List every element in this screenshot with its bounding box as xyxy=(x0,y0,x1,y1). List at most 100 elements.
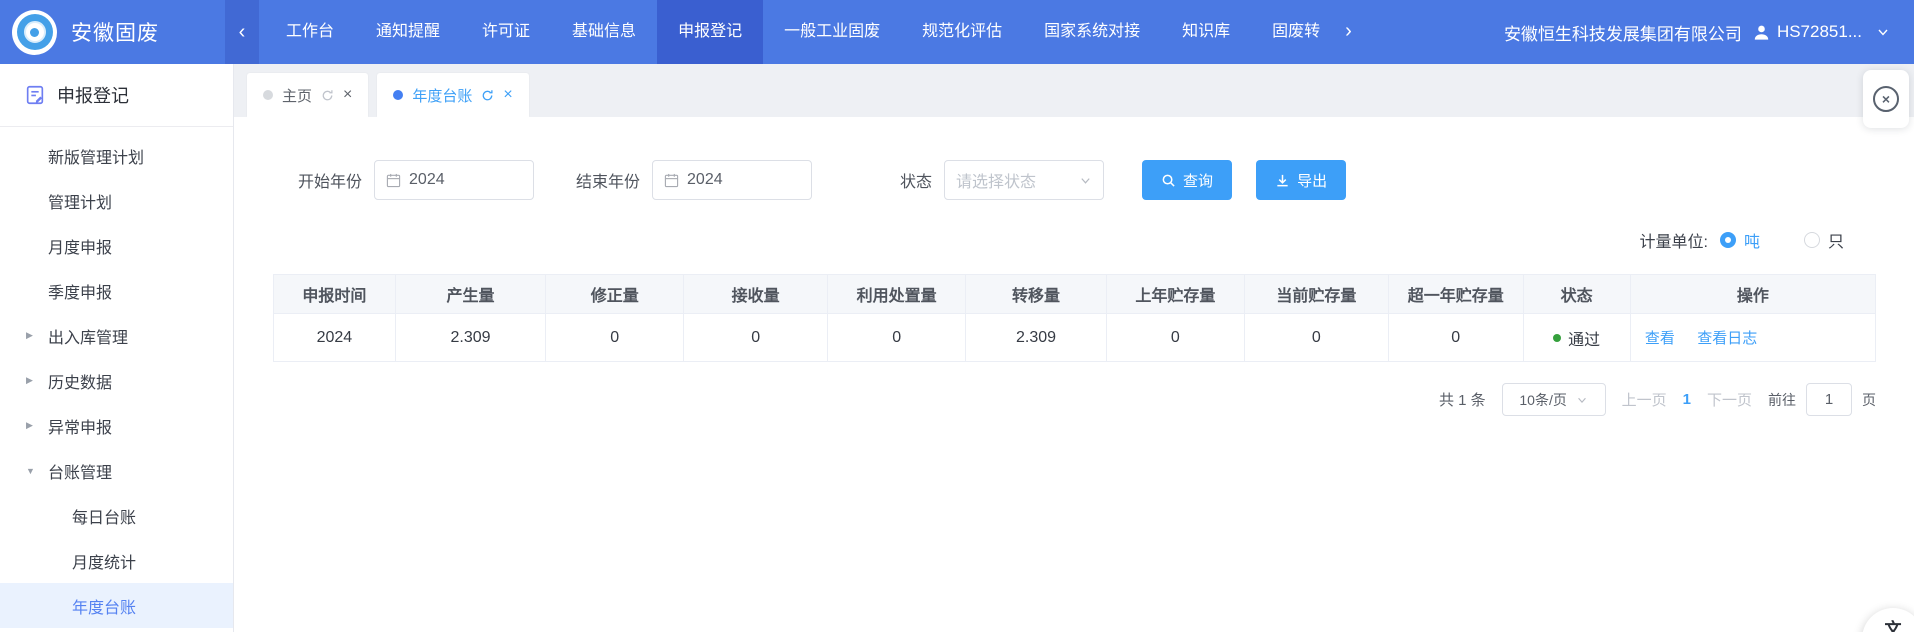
sidebar-item-monthly-stats[interactable]: 月度统计 xyxy=(0,538,233,583)
start-year-value: 2024 xyxy=(409,171,445,189)
next-page-button[interactable]: 下一页 xyxy=(1707,389,1752,410)
top-navbar: 安徽固废 ‹ 工作台 通知提醒 许可证 基础信息 申报登记 一般工业固废 规范化… xyxy=(0,0,1914,64)
nav-item-standardization-eval[interactable]: 规范化评估 xyxy=(901,0,1023,64)
end-year-value: 2024 xyxy=(687,171,723,189)
refresh-icon[interactable] xyxy=(321,89,334,102)
sidebar-item-quarterly-declare[interactable]: 季度申报 xyxy=(0,268,233,313)
filter-bar: 开始年份 2024 结束年份 2024 状态 请选择状态 查询 xyxy=(234,117,1914,200)
col-current-storage: 当前贮存量 xyxy=(1244,275,1388,314)
export-button[interactable]: 导出 xyxy=(1256,160,1346,200)
close-all-tabs-button[interactable]: × xyxy=(1863,70,1909,128)
cell-transferred: 2.309 xyxy=(966,314,1107,362)
app-logo xyxy=(12,10,57,55)
sidebar-title: 申报登记 xyxy=(57,82,129,108)
sidebar-item-label: 异常申报 xyxy=(48,414,112,438)
sidebar-item-daily-ledger[interactable]: 每日台账 xyxy=(0,493,233,538)
close-icon[interactable]: × xyxy=(503,87,512,103)
col-received: 接收量 xyxy=(684,275,828,314)
nav-item-waste-transfer[interactable]: 固废转 xyxy=(1251,0,1341,64)
col-transferred: 转移量 xyxy=(966,275,1107,314)
cell-received: 0 xyxy=(684,314,828,362)
nav-item-declaration[interactable]: 申报登记 xyxy=(657,0,763,64)
page-size-value: 10条/页 xyxy=(1519,390,1566,410)
status-label: 状态 xyxy=(900,168,932,192)
col-actions: 操作 xyxy=(1630,275,1875,314)
nav-item-basic-info[interactable]: 基础信息 xyxy=(551,0,657,64)
sidebar-item-inout-storage[interactable]: ▶ 出入库管理 xyxy=(0,313,233,358)
tab-home[interactable]: 主页 × xyxy=(247,73,368,117)
tab-label: 年度台账 xyxy=(412,85,472,106)
nav-item-workbench[interactable]: 工作台 xyxy=(265,0,355,64)
company-name: 安徽恒生科技发展集团有限公司 xyxy=(1504,20,1742,45)
radio-pcs[interactable] xyxy=(1804,232,1820,248)
col-generated: 产生量 xyxy=(395,275,546,314)
nav-item-knowledge-base[interactable]: 知识库 xyxy=(1161,0,1251,64)
view-link[interactable]: 查看 xyxy=(1645,330,1675,347)
search-button-label: 查询 xyxy=(1183,170,1213,191)
chevron-down-icon: ▼ xyxy=(26,466,35,476)
goto-unit-label: 页 xyxy=(1862,390,1876,410)
cell-corrected: 0 xyxy=(546,314,684,362)
view-log-link[interactable]: 查看日志 xyxy=(1697,330,1757,347)
nav-item-general-industrial-waste[interactable]: 一般工业固废 xyxy=(763,0,901,64)
sidebar-item-abnormal-declare[interactable]: ▶ 异常申报 xyxy=(0,403,233,448)
download-icon xyxy=(1275,173,1290,188)
col-prev-year-storage: 上年贮存量 xyxy=(1107,275,1245,314)
sidebar-item-monthly-declare[interactable]: 月度申报 xyxy=(0,223,233,268)
cell-over-year-storage: 0 xyxy=(1388,314,1523,362)
chevron-down-icon xyxy=(1079,174,1092,187)
col-declare-time: 申报时间 xyxy=(274,275,396,314)
unit-label: 计量单位: xyxy=(1640,228,1708,252)
chevron-right-icon: ▶ xyxy=(26,420,33,431)
radio-ton[interactable] xyxy=(1720,232,1736,248)
search-button[interactable]: 查询 xyxy=(1142,160,1232,200)
sidebar-item-management-plan[interactable]: 管理计划 xyxy=(0,178,233,223)
prev-page-button[interactable]: 上一页 xyxy=(1622,389,1667,410)
end-year-label: 结束年份 xyxy=(576,168,640,192)
tab-annual-ledger[interactable]: 年度台账 × xyxy=(377,73,528,117)
sidebar-item-ledger-management[interactable]: ▼ 台账管理 xyxy=(0,448,233,493)
sidebar-item-new-management-plan[interactable]: 新版管理计划 xyxy=(0,133,233,178)
status-badge: 通过 xyxy=(1568,326,1600,350)
nav-scroll-right-button[interactable]: › xyxy=(1341,0,1356,64)
circled-close-icon: × xyxy=(1873,86,1899,112)
pagination: 共 1 条 10条/页 上一页 1 下一页 前往 页 xyxy=(234,383,1876,416)
export-button-label: 导出 xyxy=(1297,170,1327,191)
chevron-right-icon: ▶ xyxy=(26,330,33,341)
total-count: 共 1 条 xyxy=(1439,389,1486,410)
unit-pcs-label[interactable]: 只 xyxy=(1828,228,1844,252)
chevron-down-icon xyxy=(1576,394,1588,406)
unit-ton-label[interactable]: 吨 xyxy=(1744,228,1760,252)
document-edit-icon xyxy=(24,84,46,106)
col-utilized-disposed: 利用处置量 xyxy=(828,275,966,314)
translate-icon: 文 xyxy=(1885,615,1902,632)
page-size-select[interactable]: 10条/页 xyxy=(1502,383,1606,416)
tab-bar: 主页 × 年度台账 × xyxy=(234,64,1914,117)
nav-item-license[interactable]: 许可证 xyxy=(461,0,551,64)
sidebar-item-label: 出入库管理 xyxy=(48,324,128,348)
refresh-icon[interactable] xyxy=(481,89,494,102)
status-placeholder: 请选择状态 xyxy=(956,168,1036,192)
sidebar-collapse-button[interactable]: ‹ xyxy=(225,0,259,64)
chevron-left-icon: ‹ xyxy=(239,21,246,44)
end-year-input[interactable]: 2024 xyxy=(652,160,812,200)
user-icon xyxy=(1752,23,1771,42)
sidebar-item-history-data[interactable]: ▶ 历史数据 xyxy=(0,358,233,403)
goto-page-input[interactable] xyxy=(1806,383,1852,416)
status-select[interactable]: 请选择状态 xyxy=(944,160,1104,200)
sidebar-item-annual-ledger[interactable]: 年度台账 xyxy=(0,583,233,628)
close-icon[interactable]: × xyxy=(343,87,352,103)
calendar-icon xyxy=(664,173,679,188)
col-corrected: 修正量 xyxy=(546,275,684,314)
start-year-input[interactable]: 2024 xyxy=(374,160,534,200)
page-number-1[interactable]: 1 xyxy=(1683,391,1691,408)
chevron-right-icon: › xyxy=(1345,20,1352,42)
nav-item-notifications[interactable]: 通知提醒 xyxy=(355,0,461,64)
user-dropdown-caret[interactable] xyxy=(1876,25,1890,39)
user-menu[interactable]: HS72851... xyxy=(1752,22,1862,42)
tab-status-dot xyxy=(263,90,273,100)
cell-declare-time: 2024 xyxy=(274,314,396,362)
start-year-label: 开始年份 xyxy=(298,168,362,192)
calendar-icon xyxy=(386,173,401,188)
nav-item-national-system[interactable]: 国家系统对接 xyxy=(1023,0,1161,64)
